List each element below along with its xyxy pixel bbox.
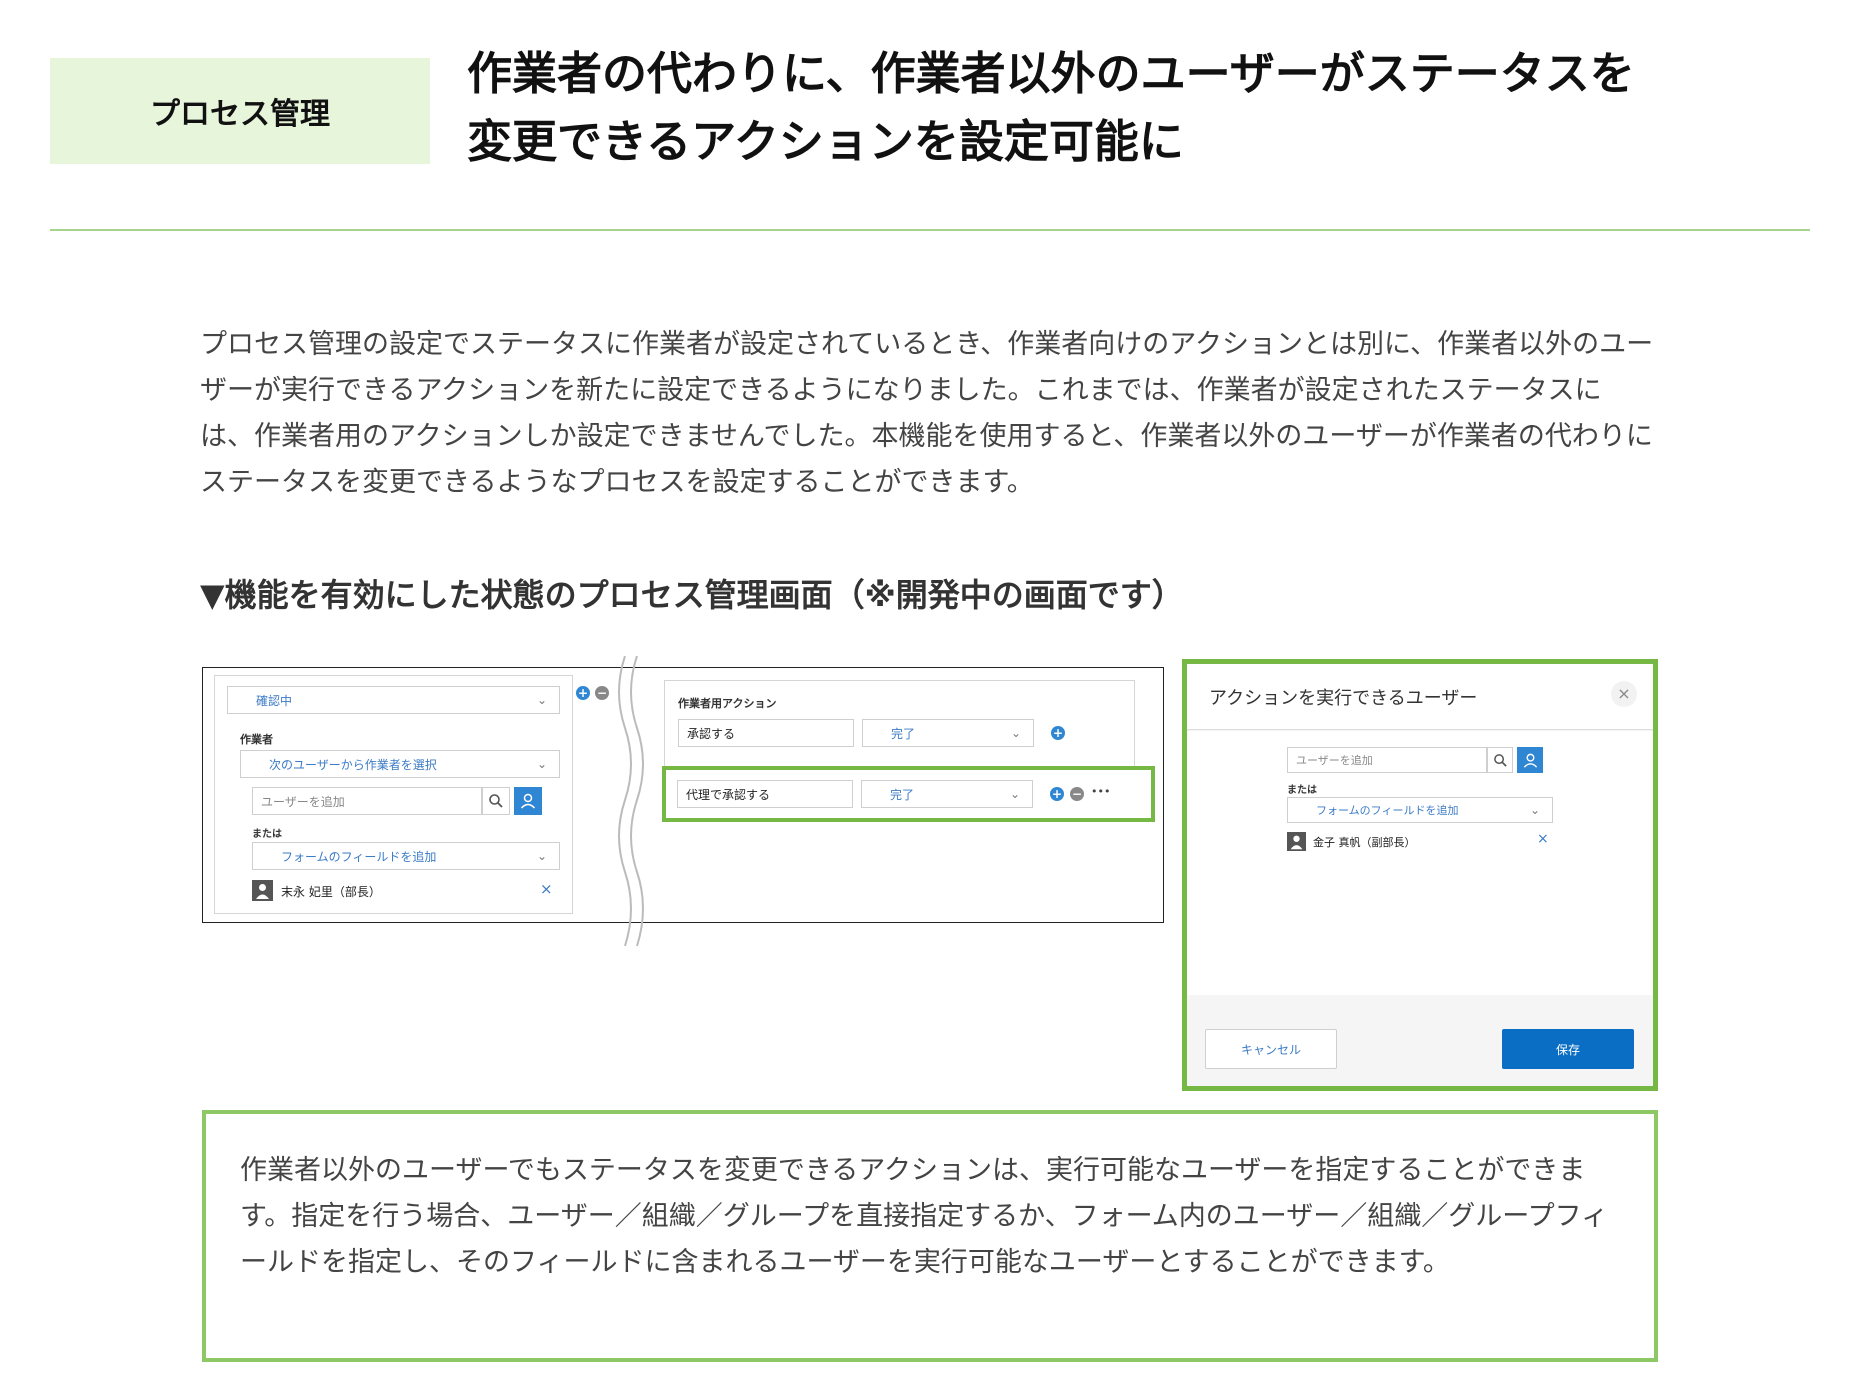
- page-title: 作業者の代わりに、作業者以外のユーザーがステータスを 変更できるアクションを設定…: [467, 40, 1767, 176]
- cancel-label: キャンセル: [1240, 1042, 1301, 1057]
- status-panel: 確認中 ⌄ 作業者 次のユーザーから作業者を選択 ⌄ ユーザーを追加 または フ…: [214, 675, 573, 914]
- user-picker-button[interactable]: [514, 787, 542, 815]
- add-action-button[interactable]: +: [1051, 726, 1065, 740]
- dialog-header: アクションを実行できるユーザー ×: [1187, 664, 1653, 730]
- proxy-action-row: 代理で承認する 完了 ⌄ + − •••: [662, 766, 1155, 822]
- action1-name-input[interactable]: 承認する: [678, 719, 854, 747]
- chevron-down-icon: ⌄: [1529, 803, 1540, 817]
- dialog-add-user-placeholder: ユーザーを追加: [1296, 754, 1373, 767]
- cancel-button[interactable]: キャンセル: [1205, 1029, 1337, 1069]
- dialog-or-label: または: [1287, 785, 1317, 796]
- search-icon: [1493, 753, 1507, 767]
- process-settings-screenshot: 確認中 ⌄ 作業者 次のユーザーから作業者を選択 ⌄ ユーザーを追加 または フ…: [202, 656, 1164, 946]
- dialog-form-field-select[interactable]: フォームのフィールドを追加 ⌄: [1287, 797, 1553, 823]
- header-divider: [50, 229, 1810, 231]
- user-icon: [1523, 753, 1537, 768]
- close-icon[interactable]: ×: [1611, 681, 1637, 707]
- dialog-add-user-input[interactable]: ユーザーを追加: [1287, 747, 1487, 773]
- remove-user-button[interactable]: ×: [540, 880, 553, 898]
- note-box: 作業者以外のユーザーでもステータスを変更できるアクションは、実行可能なユーザーを…: [202, 1110, 1658, 1362]
- category-label: プロセス管理: [150, 97, 330, 132]
- action1-name: 承認する: [687, 726, 736, 741]
- note-text: 作業者以外のユーザーでもステータスを変更できるアクションは、実行可能なユーザーを…: [240, 1155, 1609, 1278]
- break-divider: [618, 656, 644, 946]
- assigned-user-name: 末永 妃里（部長）: [281, 885, 381, 899]
- person-icon: [256, 884, 269, 899]
- status-select-value: 確認中: [256, 693, 293, 708]
- dialog-form-field-value: フォームのフィールドを追加: [1316, 804, 1459, 817]
- actions-panel: 作業者用アクション 承認する 完了 ⌄ +: [664, 680, 1135, 770]
- dialog-remove-user-button[interactable]: ×: [1537, 831, 1549, 847]
- title-line-1: 作業者の代わりに、作業者以外のユーザーがステータスを: [467, 47, 1635, 100]
- dialog-body: ユーザーを追加 または フォームのフィールドを追加 ⌄ 金子 真帆（副部長） ×: [1187, 731, 1653, 995]
- dialog-title: アクションを実行できるユーザー: [1209, 688, 1478, 709]
- person-icon: [1290, 835, 1303, 850]
- chevron-down-icon: ⌄: [536, 693, 547, 707]
- add-user-placeholder: ユーザーを追加: [261, 794, 345, 809]
- action2-next: 完了: [890, 787, 915, 802]
- add-status-button[interactable]: +: [576, 686, 590, 700]
- description-text: プロセス管理の設定でステータスに作業者が設定されているとき、作業者向けのアクショ…: [200, 329, 1654, 498]
- dialog-user-picker-button[interactable]: [1517, 747, 1543, 773]
- screenshot-heading: ▼機能を有効にした状態のプロセス管理画面（※開発中の画面です）: [200, 576, 1184, 614]
- form-field-value: フォームのフィールドを追加: [281, 849, 437, 864]
- action1-next-select[interactable]: 完了 ⌄: [862, 719, 1034, 747]
- or-label: または: [252, 829, 282, 840]
- action2-name: 代理で承認する: [686, 787, 771, 802]
- status-select[interactable]: 確認中 ⌄: [227, 686, 560, 714]
- category-badge: プロセス管理: [50, 58, 430, 164]
- search-button[interactable]: [482, 787, 510, 815]
- form-field-select[interactable]: フォームのフィールドを追加 ⌄: [252, 842, 560, 870]
- search-icon: [489, 794, 503, 808]
- title-line-2: 変更できるアクションを設定可能に: [467, 115, 1184, 168]
- remove-action-button[interactable]: −: [1070, 787, 1084, 801]
- add-action-button[interactable]: +: [1050, 787, 1064, 801]
- action-users-dialog: アクションを実行できるユーザー × ユーザーを追加 または フォームのフィールド…: [1182, 659, 1658, 1091]
- chevron-down-icon: ⌄: [536, 757, 547, 771]
- save-label: 保存: [1555, 1042, 1580, 1057]
- action2-next-select[interactable]: 完了 ⌄: [861, 780, 1033, 808]
- dialog-search-button[interactable]: [1487, 747, 1513, 773]
- action2-name-input[interactable]: 代理で承認する: [677, 780, 853, 808]
- user-icon: [520, 793, 536, 809]
- actions-label: 作業者用アクション: [678, 697, 777, 710]
- avatar: [252, 880, 273, 901]
- more-options-icon[interactable]: •••: [1091, 785, 1110, 798]
- chevron-down-icon: ⌄: [536, 849, 547, 863]
- avatar: [1287, 832, 1306, 851]
- save-button[interactable]: 保存: [1502, 1029, 1634, 1069]
- chevron-down-icon: ⌄: [1010, 726, 1021, 740]
- worker-mode-select[interactable]: 次のユーザーから作業者を選択 ⌄: [240, 750, 560, 778]
- add-user-input[interactable]: ユーザーを追加: [252, 787, 482, 815]
- worker-label: 作業者: [240, 733, 273, 746]
- worker-mode-value: 次のユーザーから作業者を選択: [269, 757, 437, 772]
- action1-next: 完了: [891, 726, 916, 741]
- chevron-down-icon: ⌄: [1009, 787, 1020, 801]
- dialog-assigned-user-name: 金子 真帆（副部長）: [1313, 836, 1416, 849]
